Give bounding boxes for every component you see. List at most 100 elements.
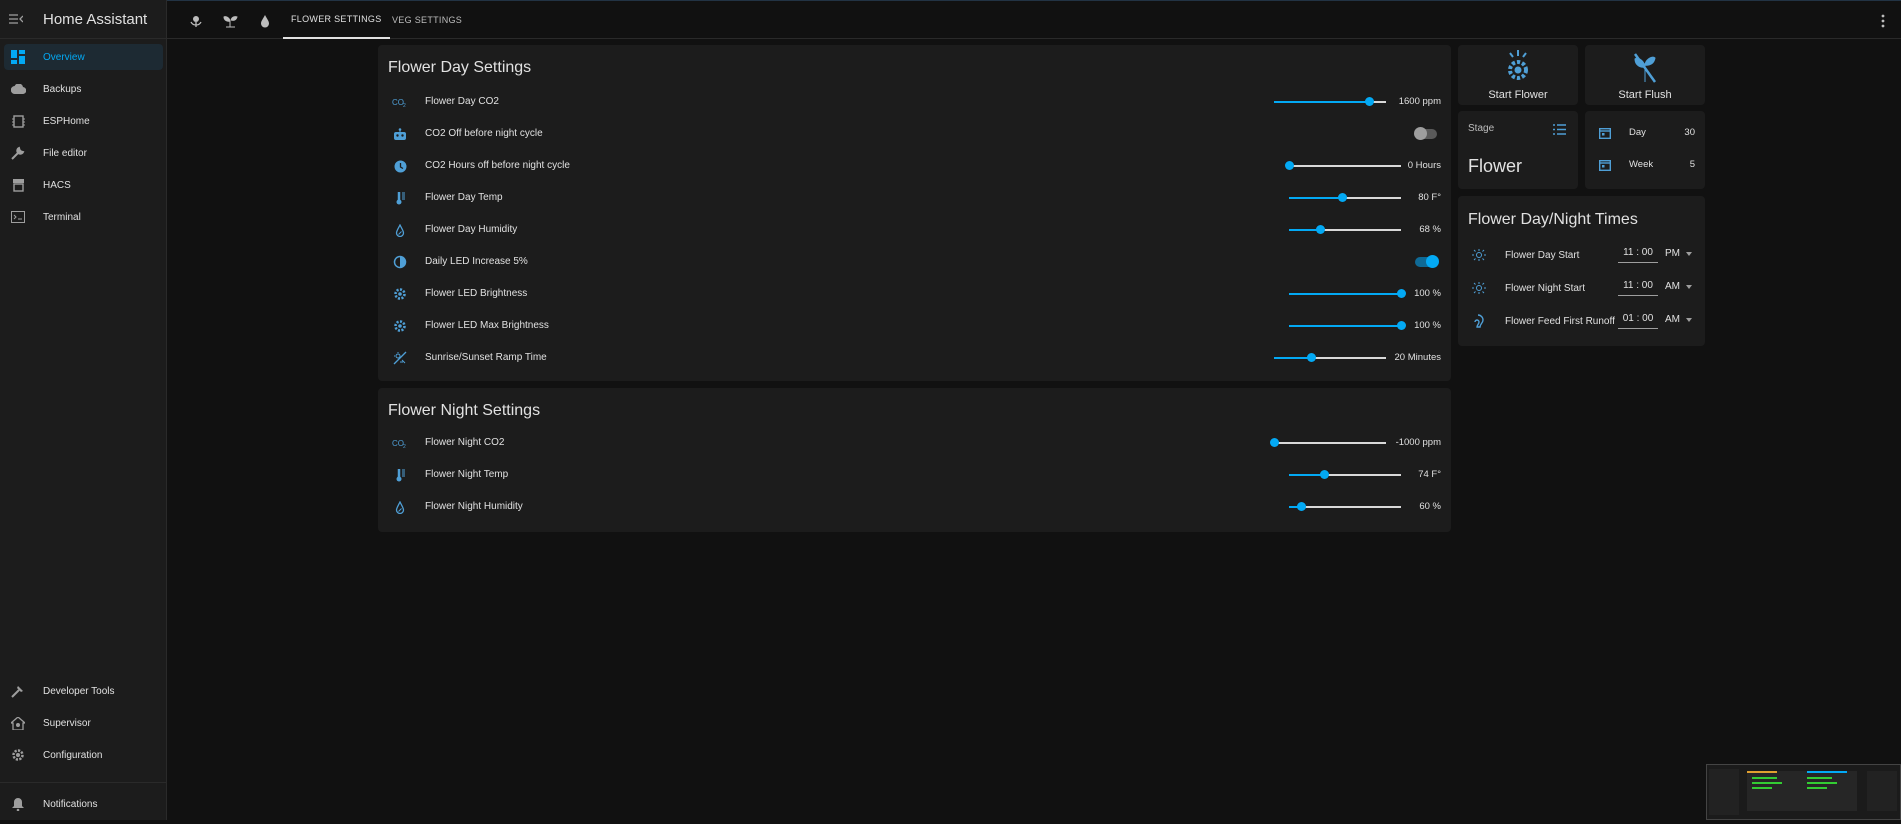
ampm-select[interactable]: AM [1665,314,1680,325]
setting-label: Flower Night Temp [425,469,509,480]
setting-slider[interactable] [1289,193,1401,202]
setting-row: CO2 Off before night cycle [378,118,1451,150]
chevron-down-icon[interactable] [1686,318,1692,322]
humidity-icon [392,499,408,515]
setting-value: 1600 ppm [1398,96,1441,107]
sprout-icon[interactable] [220,11,240,31]
sidebar-item-file-editor[interactable]: File editor [4,140,163,166]
setting-label: Flower Day Humidity [425,224,518,235]
slider-knob[interactable] [1365,97,1375,106]
window-thumbnail[interactable] [1706,764,1901,820]
setting-slider[interactable] [1289,225,1401,234]
sidebar-item-configuration[interactable]: Configuration [4,742,163,768]
sidebar-item-esphome[interactable]: ESPHome [4,108,163,134]
slider-knob[interactable] [1306,353,1316,362]
feed-runoff-time-input[interactable]: 01 : 00 [1618,311,1658,329]
sidebar-item-label: Supervisor [43,717,91,729]
chevron-down-icon[interactable] [1686,285,1692,289]
more-vert-icon[interactable] [1875,11,1891,31]
chevron-down-icon[interactable] [1686,252,1692,256]
svg-text:2: 2 [403,444,406,448]
night-start-time-input[interactable]: 11 : 00 [1618,278,1658,296]
ampm-select[interactable]: PM [1665,248,1680,259]
sidebar-item-label: ESPHome [43,115,90,127]
water-drop-icon[interactable] [255,11,275,31]
supervisor-icon [8,716,28,730]
setting-slider[interactable] [1289,289,1406,298]
list-icon [1553,122,1566,140]
slider-knob[interactable] [1319,470,1329,479]
sidebar-item-notifications[interactable]: Notifications [4,791,163,817]
counter-value: 30 [1684,127,1695,138]
setting-slider[interactable] [1270,438,1386,447]
slider-knob[interactable] [1397,321,1406,330]
time-label: Flower Night Start [1505,283,1586,294]
sidebar-item-terminal[interactable]: Terminal [4,204,163,230]
counter-value: 5 [1689,159,1695,170]
setting-slider[interactable] [1274,353,1386,362]
flower-gear-icon [1505,50,1531,89]
setting-slider[interactable] [1289,321,1406,330]
slider-knob[interactable] [1316,225,1326,234]
setting-label: CO2 Off before night cycle [425,128,543,139]
setting-label: CO2 Hours off before night cycle [425,160,570,171]
slider-knob[interactable] [1297,502,1307,511]
setting-toggle[interactable] [1414,127,1437,140]
time-label: Flower Day Start [1505,250,1580,261]
start-flush-button[interactable]: Start Flush [1585,45,1705,105]
slider-knob[interactable] [1397,289,1406,298]
setting-slider[interactable] [1289,502,1401,511]
setting-row: CO 2 Flower Day CO2 1600 ppm [378,86,1451,118]
toggle-knob [1414,127,1427,140]
setting-slider[interactable] [1285,161,1401,170]
sidebar-item-hacs[interactable]: HACS [4,172,163,198]
tab-label: FLOWER SETTINGS [291,14,382,24]
stage-value: Flower [1468,156,1523,176]
setting-label: Flower Night Humidity [425,501,523,512]
sidebar-item-label: HACS [43,179,71,191]
button-label: Start Flush [1618,89,1672,101]
slider-fill [1289,325,1401,327]
sidebar-item-overview[interactable]: Overview [4,44,163,70]
ampm-select[interactable]: AM [1665,281,1680,292]
week-counter[interactable]: Week 5 [1585,153,1705,177]
card-title: Flower Day/Night Times [1468,211,1638,228]
setting-row: CO2 Hours off before night cycle 0 Hours [378,150,1451,182]
tab-veg-settings[interactable]: VEG SETTINGS [384,1,470,39]
humidity-icon [392,222,408,238]
setting-row: CO 2 Flower Night CO2 -1000 ppm [378,427,1451,459]
day-start-time-input[interactable]: 11 : 00 [1618,245,1658,263]
thermometer-icon [392,467,408,483]
menu-toggle-icon[interactable] [2,0,30,39]
flower-night-settings-card: Flower Night Settings CO 2 Flower Night CO… [378,388,1451,532]
brightness-icon [392,254,408,270]
time-row-feed-runoff: Flower Feed First Runoff 01 : 00 AM [1458,305,1705,337]
slider-knob[interactable] [1337,193,1347,202]
start-flower-button[interactable]: Start Flower [1458,45,1578,105]
time-row-night-start: Flower Night Start 11 : 00 AM [1458,272,1705,304]
led-icon [392,318,408,334]
sidebar-item-label: Notifications [43,798,98,810]
setting-slider[interactable] [1274,97,1386,106]
setting-row: Flower LED Max Brightness 100 % [378,310,1451,342]
calendar-icon [1598,126,1612,144]
setting-row: Sunrise/Sunset Ramp Time 20 Minutes [378,342,1451,374]
flower-times-card: Flower Day/Night Times Flower Day Start … [1458,196,1705,346]
sidebar: Home Assistant Overview Backups ESPHome … [0,0,167,820]
setting-label: Sunrise/Sunset Ramp Time [425,352,547,363]
slider-knob[interactable] [1285,161,1294,170]
sidebar-item-supervisor[interactable]: Supervisor [4,710,163,736]
stage-card[interactable]: Stage Flower [1458,111,1578,189]
setting-row: Daily LED Increase 5% [378,246,1451,278]
sidebar-item-developer-tools[interactable]: Developer Tools [4,678,163,704]
sidebar-item-label: Developer Tools [43,685,115,697]
day-counter[interactable]: Day 30 [1585,121,1705,145]
gear-icon [8,748,28,762]
slider-knob[interactable] [1270,438,1279,447]
setting-slider[interactable] [1289,470,1401,479]
sidebar-item-backups[interactable]: Backups [4,76,163,102]
tab-flower-settings[interactable]: FLOWER SETTINGS [283,1,390,39]
setting-toggle[interactable] [1415,255,1439,268]
flower-icon[interactable] [186,11,206,31]
setting-value: -1000 ppm [1395,437,1441,448]
